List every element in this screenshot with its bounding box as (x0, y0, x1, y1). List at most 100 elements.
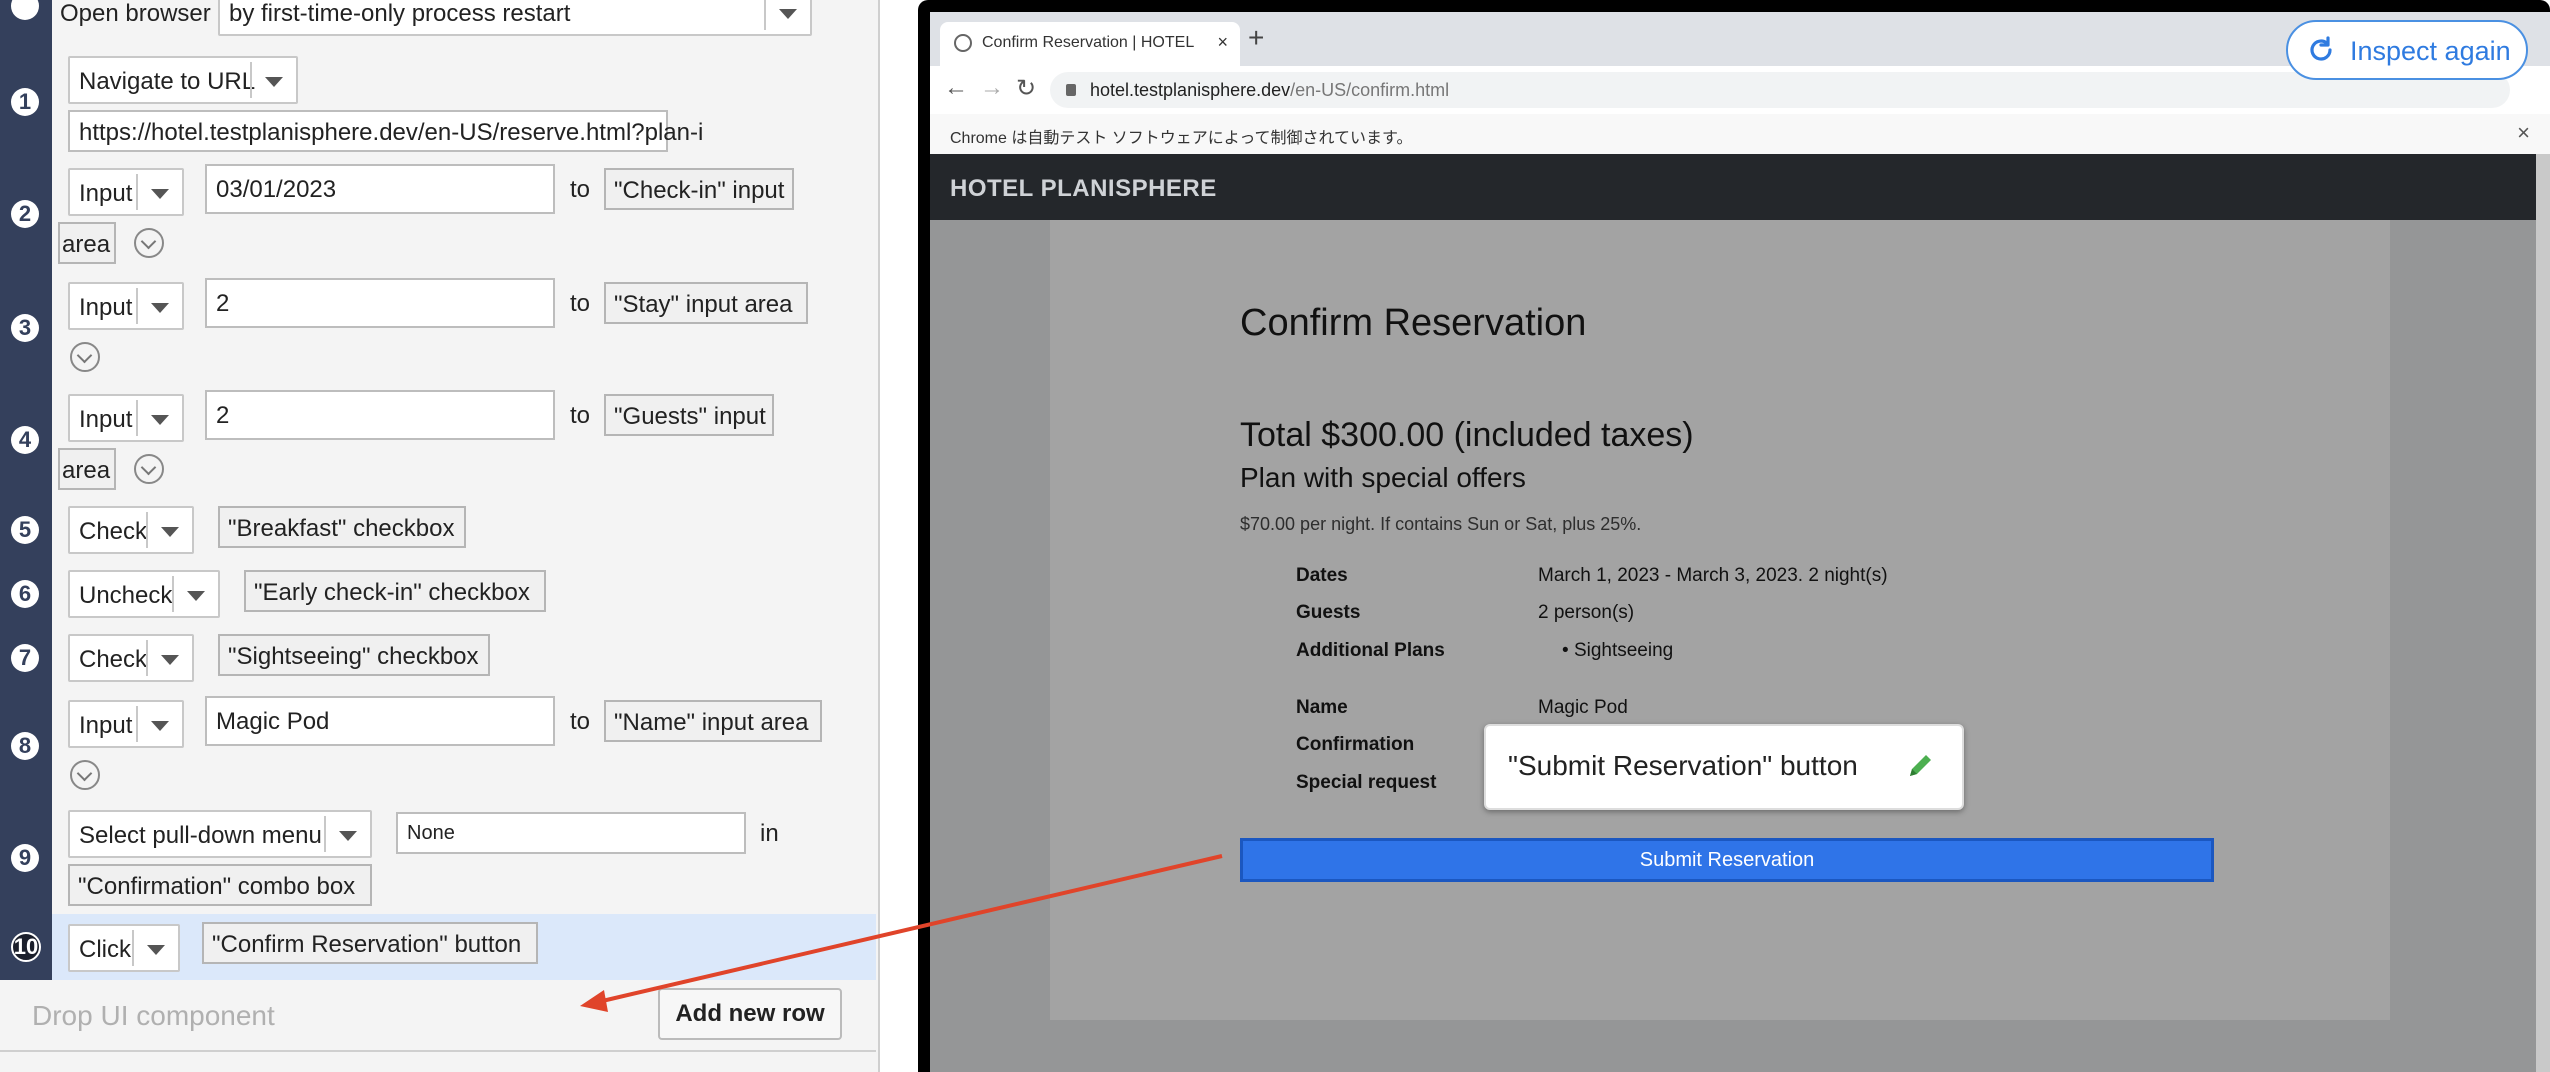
site-brand[interactable]: HOTEL PLANISPHERE (950, 175, 1217, 203)
drop-zone[interactable]: Drop UI component Add new row (0, 980, 876, 1052)
step-row-3[interactable]: 3 Input 2 to "Stay" input area (0, 272, 876, 386)
device-frame: Confirm Reservation | HOTEL × + ← → ↻ ho… (918, 0, 2550, 1072)
target-chip-wrap[interactable]: area (58, 448, 116, 490)
action-select[interactable]: Input (68, 282, 184, 330)
action-select[interactable]: Select pull-down menu (68, 810, 372, 858)
vertical-scrollbar[interactable] (2536, 154, 2550, 1072)
chevron-down-icon (161, 655, 179, 665)
ui-component-callout[interactable]: "Submit Reservation" button (1484, 724, 1964, 810)
close-tab-icon[interactable]: × (1217, 32, 1228, 53)
submit-reservation-button[interactable]: Submit Reservation (1240, 838, 2214, 882)
action-select[interactable]: Input (68, 394, 184, 442)
page-viewport: HOTEL PLANISPHERE Confirm Reservation To… (930, 154, 2536, 1072)
total-price: Total $300.00 (included taxes) (1240, 416, 1694, 454)
callout-label: "Submit Reservation" button (1508, 750, 1858, 781)
step-row-6[interactable]: 6 Uncheck "Early check-in" checkbox (0, 562, 876, 628)
plan-name: Plan with special offers (1240, 462, 1526, 493)
value-input[interactable]: 03/01/2023 (205, 164, 555, 214)
chevron-down-icon (779, 9, 797, 19)
browser-tab[interactable]: Confirm Reservation | HOTEL × (940, 22, 1240, 66)
target-chip[interactable]: "Check-in" input (604, 168, 794, 210)
step-row-open-browser[interactable]: Open browser by first-time-only process … (0, 0, 876, 50)
target-chip-wrap[interactable]: area (58, 222, 116, 264)
chevron-down-icon (151, 415, 169, 425)
value-input-text: 03/01/2023 (216, 176, 337, 203)
value-input[interactable]: 2 (205, 278, 555, 328)
back-icon[interactable]: ← (944, 74, 968, 102)
step-row-1[interactable]: 1 Navigate to URL https://hotel.testplan… (0, 48, 876, 160)
target-chip[interactable]: "Confirm Reservation" button (202, 922, 538, 964)
target-chip-label: "Guests" input (614, 403, 766, 430)
pencil-icon[interactable] (1902, 748, 1938, 784)
action-select[interactable]: Check (68, 634, 194, 682)
target-chip-label: area (62, 457, 111, 484)
action-select[interactable]: Check (68, 506, 194, 554)
browser-restart-select[interactable]: by first-time-only process restart (218, 0, 812, 36)
target-chip-label: "Confirm Reservation" button (212, 931, 522, 958)
inspect-again-button[interactable]: Inspect again (2286, 20, 2528, 80)
step-row-10[interactable]: 10 Click "Confirm Reservation" button (0, 914, 876, 982)
address-bar[interactable]: hotel.testplanisphere.dev/en-US/confirm.… (1050, 72, 2510, 108)
step-row-5[interactable]: 5 Check "Breakfast" checkbox (0, 498, 876, 564)
chevron-down-icon (76, 765, 93, 782)
expand-step-button[interactable] (70, 342, 100, 372)
new-tab-button[interactable]: + (1248, 22, 1264, 54)
action-select-value: Uncheck (79, 582, 173, 609)
target-chip[interactable]: "Early check-in" checkbox (244, 570, 546, 612)
additional-plan-item: Sightseeing (1573, 640, 1674, 661)
value-input-text: 2 (216, 290, 230, 317)
detail-key: Dates (1296, 565, 1348, 586)
browser-preview: Confirm Reservation | HOTEL × + ← → ↻ ho… (918, 0, 2550, 1072)
target-chip-label: "Sightseeing" checkbox (228, 643, 479, 670)
add-new-row-button[interactable]: Add new row (658, 988, 842, 1040)
url-input-value: https://hotel.testplanisphere.dev/en-US/… (79, 119, 704, 146)
step-row-9[interactable]: 9 Select pull-down menu None in "Confirm… (0, 802, 876, 916)
close-infobar-icon[interactable]: × (2517, 120, 2530, 146)
value-input[interactable]: None (396, 812, 746, 854)
action-select[interactable]: Click (68, 924, 180, 972)
target-chip[interactable]: "Guests" input (604, 394, 774, 436)
target-chip[interactable]: "Name" input area (604, 700, 822, 742)
reload-icon[interactable]: ↻ (1016, 74, 1036, 103)
drop-zone-placeholder: Drop UI component (32, 1000, 275, 1031)
detail-key: Additional Plans (1296, 640, 1445, 661)
automation-infobar: Chrome は自動テスト ソフトウェアによって制御されています。 × (930, 114, 2550, 155)
forward-icon[interactable]: → (980, 74, 1004, 102)
action-select-value: Input (79, 406, 133, 433)
target-chip-label: "Early check-in" checkbox (254, 579, 530, 606)
value-input[interactable]: 2 (205, 390, 555, 440)
target-chip[interactable]: "Stay" input area (604, 282, 808, 324)
expand-step-button[interactable] (134, 228, 164, 258)
target-chip[interactable]: "Breakfast" checkbox (218, 506, 466, 548)
chevron-down-icon (140, 459, 157, 476)
target-chip[interactable]: "Sightseeing" checkbox (218, 634, 490, 676)
action-select[interactable]: Input (68, 700, 184, 748)
target-chip-label: "Confirmation" combo box (78, 873, 356, 900)
to-label: to (570, 290, 591, 317)
expand-step-button[interactable] (70, 760, 100, 790)
expand-step-button[interactable] (134, 454, 164, 484)
step-row-4[interactable]: 4 Input 2 to "Guests" input area (0, 384, 876, 500)
detail-key: Confirmation (1296, 734, 1415, 755)
action-select[interactable]: Navigate to URL (68, 56, 298, 104)
step-row-7[interactable]: 7 Check "Sightseeing" checkbox (0, 626, 876, 692)
step-number: 9 (11, 844, 39, 872)
tab-title: Confirm Reservation | HOTEL (982, 34, 1195, 51)
step-action-label: Open browser (60, 0, 211, 27)
action-select[interactable]: Input (68, 168, 184, 216)
value-input[interactable]: Magic Pod (205, 696, 555, 746)
action-select-value: Click (79, 936, 131, 963)
action-select-value: Input (79, 294, 133, 321)
page-title: Confirm Reservation (1240, 302, 1587, 344)
to-label: to (570, 176, 591, 203)
action-select[interactable]: Uncheck (68, 570, 220, 618)
step-row-2[interactable]: 2 Input 03/01/2023 to "Check-in" input a… (0, 158, 876, 274)
url-input[interactable]: https://hotel.testplanisphere.dev/en-US/… (68, 110, 703, 152)
chevron-down-icon (151, 303, 169, 313)
content-card: Confirm Reservation Total $300.00 (inclu… (1050, 220, 2390, 1020)
step-row-8[interactable]: 8 Input Magic Pod to "Name" input area (0, 690, 876, 804)
target-chip-label: "Breakfast" checkbox (228, 515, 455, 542)
step-number: 4 (11, 426, 39, 454)
target-chip[interactable]: "Confirmation" combo box (68, 864, 372, 906)
globe-icon (954, 34, 972, 52)
